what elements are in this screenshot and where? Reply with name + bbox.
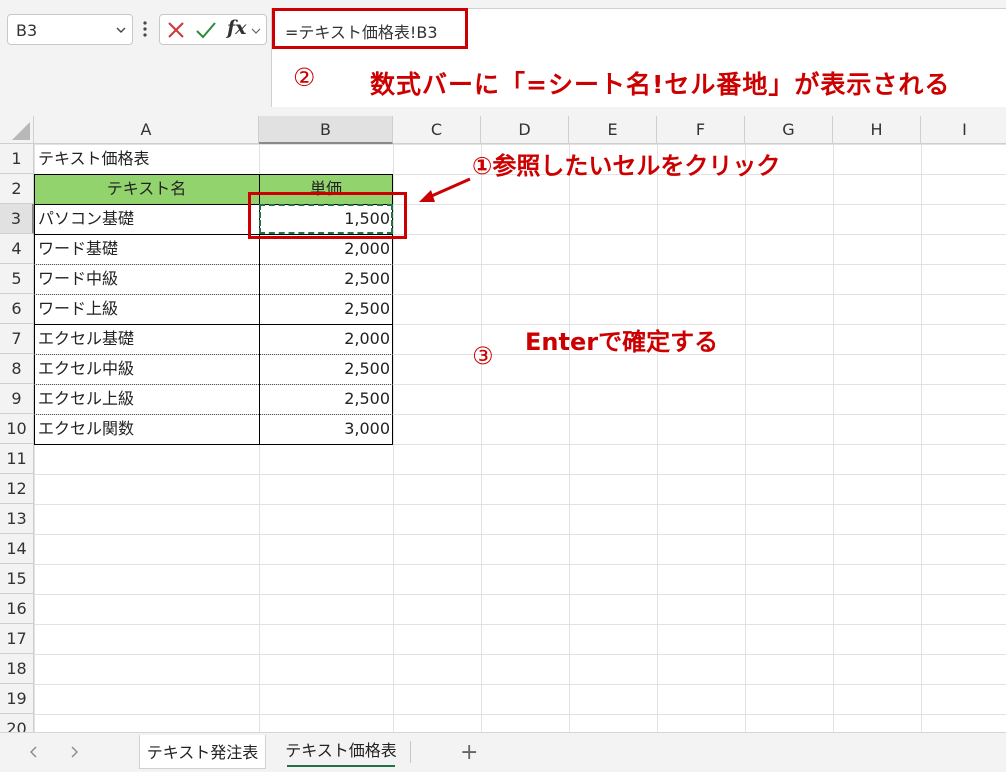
row-header-1[interactable]: 1 [0,144,34,174]
select-all-icon [12,122,30,140]
formula-buttons: fx [159,14,267,45]
chevron-down-icon[interactable] [251,26,261,36]
sheet-tab-label: テキスト発注表 [146,743,259,762]
item-name-cell[interactable]: ワード中級 [38,264,118,294]
name-box[interactable]: B3 [7,14,133,45]
row-header-3[interactable]: 3 [0,204,34,234]
column-header-a[interactable]: A [34,116,259,144]
sheet-tab-price[interactable]: テキスト価格表 [277,733,405,769]
column-header-d[interactable]: D [481,116,569,144]
row-header-14[interactable]: 14 [0,534,34,564]
formula-toolbar: B3 fx =テキスト価格表!B3 ② 数式バーに「=シート名!セル番地」が表示… [0,0,1006,116]
active-tab-indicator [287,765,395,767]
grid-line [34,144,1006,145]
row-header-2[interactable]: 2 [0,174,34,204]
table-border [34,174,35,444]
confirm-check-icon[interactable] [195,20,217,40]
header-name-cell[interactable]: テキスト名 [34,174,259,204]
grid-line [34,654,1006,655]
row-header-15[interactable]: 15 [0,564,34,594]
row-header-7[interactable]: 7 [0,324,34,354]
item-price-cell[interactable]: 3,000 [259,414,393,444]
row-header-6[interactable]: 6 [0,294,34,324]
grid-line [34,714,1006,715]
grid-line [34,564,1006,565]
grid-line [34,624,1006,625]
grid-line [833,144,834,732]
item-name-cell[interactable]: エクセル基礎 [38,324,134,354]
grid-line [481,144,482,732]
item-price-cell[interactable]: 2,500 [259,294,393,324]
chevron-down-icon[interactable] [116,25,126,35]
cancel-icon[interactable] [167,21,185,39]
item-name-cell[interactable]: パソコン基礎 [38,204,134,234]
item-price-cell[interactable]: 2,500 [259,384,393,414]
row-header-8[interactable]: 8 [0,354,34,384]
row-header-13[interactable]: 13 [0,504,34,534]
item-name-cell[interactable]: エクセル関数 [38,414,134,444]
item-price-cell[interactable]: 2,000 [259,324,393,354]
grid-line [657,144,658,732]
chevron-left-icon[interactable] [28,745,40,759]
sheet-tab-order[interactable]: テキスト発注表 [139,735,266,769]
insert-function-button[interactable]: fx [227,17,247,39]
row-header-9[interactable]: 9 [0,384,34,414]
add-sheet-icon[interactable]: + [460,740,478,765]
column-header-f[interactable]: F [657,116,745,144]
item-name-cell[interactable]: ワード上級 [38,294,118,324]
item-name-cell[interactable]: エクセル中級 [38,354,134,384]
chevron-right-icon[interactable] [68,745,80,759]
more-options-icon[interactable] [143,19,147,39]
grid-line [34,594,1006,595]
row-header-10[interactable]: 10 [0,414,34,444]
row-header-4[interactable]: 4 [0,234,34,264]
column-header-e[interactable]: E [569,116,657,144]
annotation-step3-number: ③ [472,342,494,370]
row-header-16[interactable]: 16 [0,594,34,624]
row-header-18[interactable]: 18 [0,654,34,684]
grid-line [34,684,1006,685]
item-price-cell[interactable]: 2,500 [259,354,393,384]
grid-line [745,144,746,732]
cell-highlight-box [248,192,407,239]
row-header-11[interactable]: 11 [0,444,34,474]
column-header-h[interactable]: H [833,116,921,144]
grid-line [34,504,1006,505]
name-box-value: B3 [16,21,38,40]
column-header-g[interactable]: G [745,116,833,144]
annotation-step3: Enterで確定する [525,328,719,356]
column-header-i[interactable]: I [921,116,1006,144]
spreadsheet-grid[interactable]: A B C D E F G H I 1 2 3 4 5 6 7 8 9 10 11 12 13 14 15 16 17 18 19 20… [0,116,1006,732]
column-header-c[interactable]: C [393,116,481,144]
row-header-20[interactable]: 20 [0,714,34,732]
item-name-cell[interactable]: ワード基礎 [38,234,118,264]
arrow-icon [419,177,471,202]
item-price-cell[interactable]: 2,500 [259,264,393,294]
sheet-title-cell[interactable]: テキスト価格表 [38,144,150,174]
table-border [34,444,393,445]
divider [410,741,411,763]
sheet-tab-bar: テキスト発注表 テキスト価格表 + [0,732,1006,772]
formula-highlight-box [272,8,468,49]
row-header-5[interactable]: 5 [0,264,34,294]
grid-line [921,144,922,732]
sheet-tab-label: テキスト価格表 [285,741,397,760]
annotation-step2: 数式バーに「=シート名!セル番地」が表示される [370,70,951,99]
annotation-step2-number: ② [293,63,316,92]
column-header-b[interactable]: B [259,116,393,144]
select-all-button[interactable] [0,116,34,144]
annotation-step1: ①参照したいセルをクリック [472,152,781,180]
grid-line [569,144,570,732]
grid-line [34,474,1006,475]
item-name-cell[interactable]: エクセル上級 [38,384,134,414]
row-header-19[interactable]: 19 [0,684,34,714]
row-header-12[interactable]: 12 [0,474,34,504]
grid-line [34,534,1006,535]
row-header-17[interactable]: 17 [0,624,34,654]
